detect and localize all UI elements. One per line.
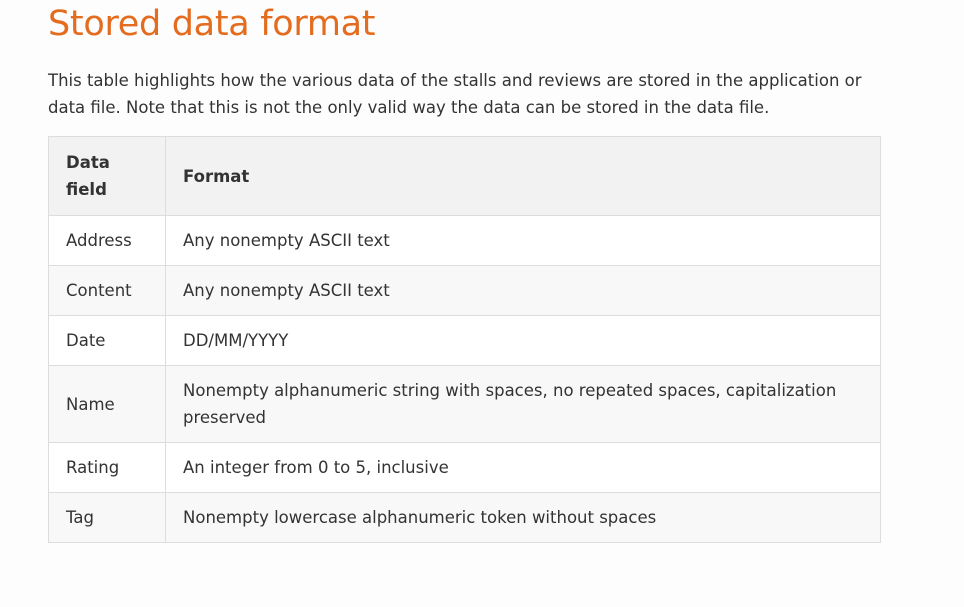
table-row: Date DD/MM/YYYY — [48, 315, 881, 366]
cell-field: Rating — [48, 442, 166, 493]
cell-format: An integer from 0 to 5, inclusive — [165, 442, 881, 493]
cell-field: Tag — [48, 492, 166, 543]
table-row: Name Nonempty alphanumeric string with s… — [48, 365, 881, 443]
document-content: Stored data format This table highlights… — [48, 0, 908, 543]
table-row: Content Any nonempty ASCII text — [48, 265, 881, 316]
cell-format: Nonempty alphanumeric string with spaces… — [165, 365, 881, 443]
section-heading: Stored data format — [48, 4, 376, 44]
cell-format: Any nonempty ASCII text — [165, 215, 881, 266]
data-format-table: Data field Format Address Any nonempty A… — [48, 136, 881, 543]
cell-field: Name — [48, 365, 166, 443]
cell-format: DD/MM/YYYY — [165, 315, 881, 366]
cell-field: Content — [48, 265, 166, 316]
cell-format: Nonempty lowercase alphanumeric token wi… — [165, 492, 881, 543]
header-data-field: Data field — [48, 136, 166, 216]
table-header-row: Data field Format — [48, 136, 881, 216]
table-row: Address Any nonempty ASCII text — [48, 215, 881, 266]
cell-field: Date — [48, 315, 166, 366]
table-row: Tag Nonempty lowercase alphanumeric toke… — [48, 492, 881, 543]
intro-paragraph: This table highlights how the various da… — [48, 71, 862, 117]
cell-field: Address — [48, 215, 166, 266]
table-row: Rating An integer from 0 to 5, inclusive — [48, 442, 881, 493]
cell-format: Any nonempty ASCII text — [165, 265, 881, 316]
header-format: Format — [165, 136, 881, 216]
